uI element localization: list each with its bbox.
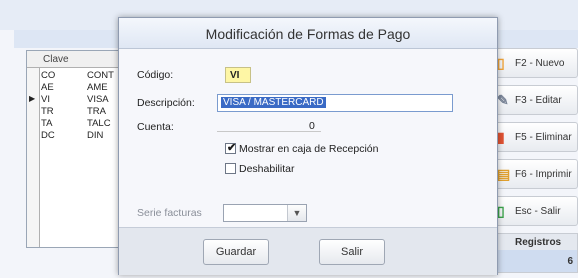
deshabilitar-checkbox-label[interactable]: Deshabilitar [239, 163, 294, 175]
side-button-4[interactable]: ▤ F6 - Imprimir [492, 159, 578, 189]
registros-label: Registros [515, 237, 562, 248]
row-code: DC [41, 130, 55, 141]
guardar-button[interactable]: Guardar [203, 239, 269, 265]
side-button-5[interactable]: ▯ Esc - Salir [492, 196, 578, 226]
registros-panel: Registros 6 [492, 233, 578, 273]
row-name: TRA [87, 106, 106, 117]
side-button-label: F6 - Imprimir [515, 169, 572, 180]
codigo-value: VI [225, 67, 251, 83]
registros-count-bar [493, 250, 577, 272]
row-name: CONT [87, 70, 114, 81]
deshabilitar-checkbox[interactable] [225, 163, 236, 174]
dialog-footer [119, 227, 497, 275]
row-code: AE [41, 82, 54, 93]
registros-count: 6 [567, 256, 573, 267]
edit-pencil-icon: ✎ [497, 92, 509, 108]
dialog-title: Modificación de Formas de Pago [205, 26, 411, 42]
codigo-label: Código: [137, 69, 174, 81]
new-doc-icon: ▯ [497, 55, 505, 71]
descripcion-input-selected-text: VISA / MASTERCARD [221, 97, 326, 108]
delete-icon: ▮ [497, 129, 505, 145]
row-code: TA [41, 118, 53, 129]
descripcion-input[interactable]: VISA / MASTERCARD [217, 94, 453, 112]
chevron-down-icon[interactable]: ▼ [287, 205, 306, 221]
row-name: VISA [87, 94, 109, 105]
row-indicator-icon: ▶ [29, 94, 36, 103]
row-code: VI [41, 94, 50, 105]
serie-facturas-dropdown[interactable]: ▼ [223, 204, 307, 222]
dialog-body [119, 49, 497, 227]
row-code: CO [41, 70, 56, 81]
salir-button[interactable]: Salir [319, 239, 385, 265]
printer-icon: ▤ [497, 166, 511, 182]
checkmark-icon: ✔ [227, 142, 237, 154]
grid-header-clave: Clave [43, 54, 69, 65]
row-code: TR [41, 106, 54, 117]
row-name: DIN [87, 130, 104, 141]
side-button-1[interactable]: ▯ F2 - Nuevo [492, 48, 578, 78]
side-button-label: F3 - Editar [515, 95, 562, 106]
row-name: AME [87, 82, 108, 93]
side-button-label: F2 - Nuevo [515, 58, 565, 69]
mostrar-checkbox[interactable]: ✔ [225, 142, 237, 154]
dialog-titlebar[interactable]: Modificación de Formas de Pago [119, 18, 497, 49]
row-name: TALC [87, 118, 111, 129]
mostrar-checkbox-label[interactable]: Mostrar en caja de Recepción [239, 143, 379, 155]
exit-icon: ▯ [497, 203, 505, 219]
cuenta-label: Cuenta: [137, 121, 174, 133]
side-button-label: Esc - Salir [515, 206, 561, 217]
serie-facturas-label: Serie facturas [137, 207, 202, 219]
side-button-3[interactable]: ▮ F5 - Eliminar [492, 122, 578, 152]
edit-payment-method-dialog: Modificación de Formas de Pago Código: V… [118, 17, 498, 275]
side-button-2[interactable]: ✎ F3 - Editar [492, 85, 578, 115]
side-button-label: F5 - Eliminar [515, 132, 572, 143]
cuenta-input-underline [217, 131, 321, 132]
descripcion-label: Descripción: [137, 97, 195, 109]
